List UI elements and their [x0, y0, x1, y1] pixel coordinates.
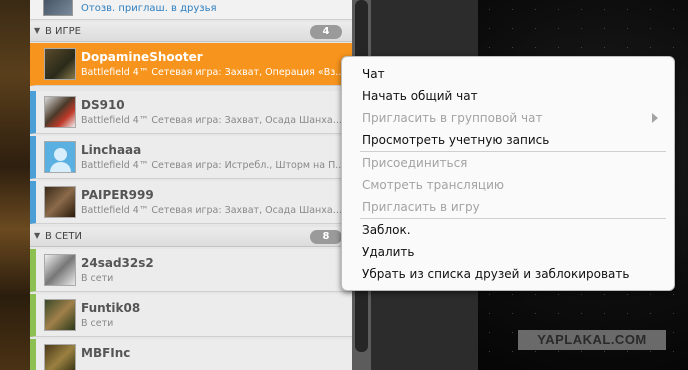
avatar	[44, 254, 76, 286]
friend-row-paiper999[interactable]: PAIPER999 Battlefield 4™ Сетевая игра: З…	[30, 181, 352, 224]
group-label: В ИГРЕ	[45, 26, 81, 37]
menu-item-chat[interactable]: Чат	[362, 67, 385, 81]
avatar	[43, 0, 73, 16]
friend-request-status: Отозв. приглаш. в друзья	[81, 3, 217, 14]
background-art-left	[0, 0, 30, 370]
friend-row-mbfinc[interactable]: MBFInc	[30, 339, 352, 370]
avatar	[44, 96, 76, 128]
friend-name: DopamineShooter	[81, 50, 203, 64]
list-item-partial[interactable]: Отозв. приглаш. в друзья	[30, 0, 352, 20]
default-avatar-icon	[44, 141, 76, 173]
friend-status: Battlefield 4™ Сетевая игра: Захват, Опе…	[81, 67, 345, 78]
friend-row-linchaaa[interactable]: Linchaaa Battlefield 4™ Сетевая игра: Ис…	[30, 136, 352, 179]
friend-context-menu: Чат Начать общий чат Пригласить в группо…	[341, 56, 675, 291]
collapse-arrow-icon[interactable]: ▼	[34, 231, 40, 240]
avatar	[44, 48, 76, 80]
friend-name: MBFInc	[81, 346, 131, 360]
friend-row-dopamineshooter[interactable]: DopamineShooter Battlefield 4™ Сетевая и…	[30, 43, 352, 86]
group-label: В СЕТИ	[45, 231, 82, 242]
friend-status: Battlefield 4™ Сетевая игра: Истребл., Ш…	[81, 160, 345, 171]
friend-row-24sad32s2[interactable]: 24sad32s2 В сети	[30, 249, 352, 292]
menu-item-remove-and-block[interactable]: Убрать из списка друзей и заблокировать	[362, 267, 629, 281]
menu-item-block[interactable]: Заблок.	[362, 223, 411, 237]
friend-name: DS910	[81, 98, 125, 112]
group-header-ingame[interactable]: ▼ В ИГРЕ 4	[30, 22, 352, 42]
menu-item-invite-group-chat: Пригласить в групповой чат	[362, 111, 543, 125]
friend-name: Linchaaa	[81, 143, 142, 157]
collapse-arrow-icon[interactable]: ▼	[34, 26, 40, 35]
menu-divider	[360, 151, 666, 152]
menu-divider	[360, 218, 666, 219]
menu-item-view-account[interactable]: Просмотреть учетную запись	[362, 133, 549, 147]
menu-item-remove[interactable]: Удалить	[362, 245, 415, 259]
friend-name: Funtik08	[81, 301, 141, 315]
menu-item-invite-game: Пригласить в игру	[362, 200, 480, 214]
watermark: YAPLAKAL.COM	[518, 330, 666, 350]
submenu-arrow-icon	[652, 113, 658, 123]
menu-item-group-chat[interactable]: Начать общий чат	[362, 89, 478, 103]
group-count-badge: 4	[310, 25, 342, 39]
group-header-online[interactable]: ▼ В СЕТИ 8	[30, 227, 352, 247]
friend-status: В сети	[81, 273, 114, 284]
friend-status: В сети	[81, 318, 114, 329]
group-count-badge: 8	[310, 230, 342, 244]
avatar	[44, 344, 76, 370]
menu-item-join: Присоединиться	[362, 156, 468, 170]
friend-row-ds910[interactable]: DS910 Battlefield 4™ Сетевая игра: Захва…	[30, 91, 352, 134]
friends-list-panel: Отозв. приглаш. в друзья ▼ В ИГРЕ 4 Dopa…	[30, 0, 352, 370]
menu-item-watch-stream: Смотреть трансляцию	[362, 178, 505, 192]
avatar	[44, 299, 76, 331]
friend-row-funtik08[interactable]: Funtik08 В сети	[30, 294, 352, 337]
friend-name: PAIPER999	[81, 188, 154, 202]
avatar	[44, 186, 76, 218]
friend-name: 24sad32s2	[81, 256, 154, 270]
friend-status: Battlefield 4™ Сетевая игра: Захват, Оса…	[81, 205, 347, 216]
friend-status: Battlefield 4™ Сетевая игра: Захват, Оса…	[81, 115, 347, 126]
